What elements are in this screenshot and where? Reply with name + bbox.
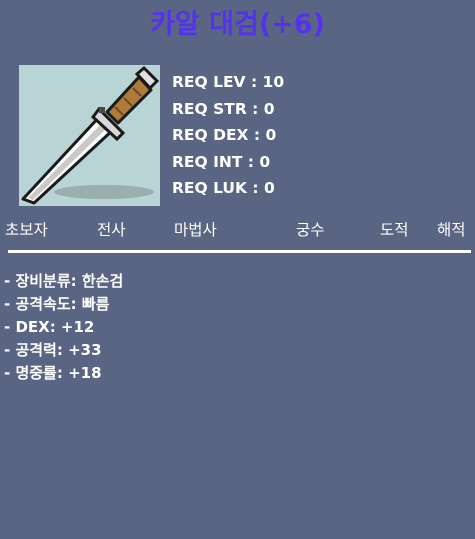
requirements-list: REQ LEV : 10 REQ STR : 0 REQ DEX : 0 REQ…: [172, 69, 284, 202]
item-stats-list: - 장비분류: 한손검 - 공격속도: 빠름 - DEX: +12 - 공격력:…: [4, 270, 123, 385]
req-dex: REQ DEX : 0: [172, 126, 277, 144]
job-magician: 마법사: [174, 221, 217, 239]
req-level: REQ LEV : 10: [172, 73, 285, 91]
item-name-title: 카알 대검(+6): [150, 9, 325, 40]
job-thief: 도적: [380, 221, 409, 239]
job-warrior: 전사: [97, 221, 126, 239]
stat-accuracy: - 명중률: +18: [4, 364, 102, 382]
req-int: REQ INT : 0: [172, 152, 271, 171]
stat-equipment-type: - 장비분류: 한손검: [4, 272, 124, 290]
item-icon-frame: [19, 65, 160, 206]
stat-attack-speed: - 공격속도: 빠름: [4, 295, 110, 313]
job-beginner: 초보자: [5, 221, 48, 239]
req-str: REQ STR : 0: [172, 99, 275, 118]
divider: [8, 250, 471, 253]
stat-attack: - 공격력: +33: [4, 341, 102, 359]
job-pirate: 해적: [437, 221, 466, 239]
stat-dex: - DEX: +12: [4, 318, 95, 336]
job-list: 초보자 전사 마법사 궁수 도적 해적: [0, 218, 475, 246]
dagger-sword-icon: [21, 65, 160, 205]
job-archer: 궁수: [296, 221, 325, 239]
req-luk: REQ LUK : 0: [172, 179, 275, 197]
